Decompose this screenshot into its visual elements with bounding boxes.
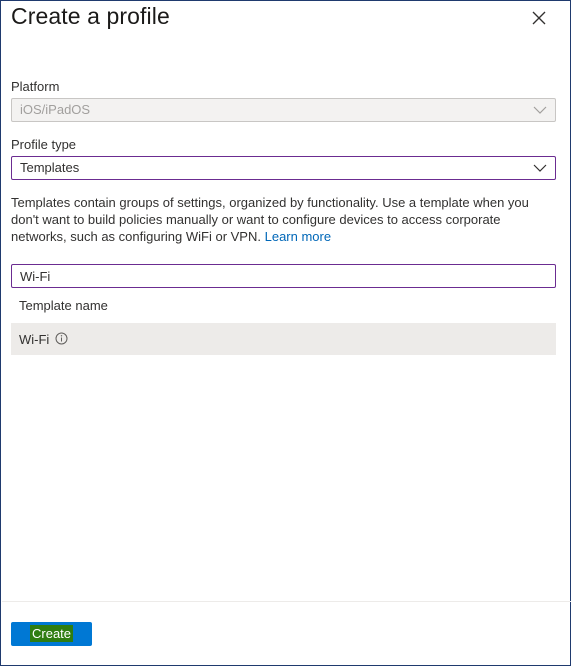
- table-row[interactable]: Wi-Fi: [11, 323, 556, 355]
- template-name-cell: Wi-Fi: [19, 332, 50, 347]
- profile-type-value: Templates: [20, 160, 80, 175]
- close-icon[interactable]: [528, 7, 550, 29]
- chevron-down-icon: [533, 106, 547, 114]
- create-button[interactable]: Create: [11, 622, 92, 646]
- chevron-down-icon: [533, 164, 547, 172]
- profile-type-select[interactable]: Templates: [11, 156, 556, 180]
- template-search-input[interactable]: [11, 264, 556, 288]
- create-button-label: Create: [30, 625, 74, 642]
- learn-more-link[interactable]: Learn more: [265, 229, 331, 244]
- template-name-column-header[interactable]: Template name: [19, 298, 108, 313]
- platform-value: iOS/iPadOS: [20, 102, 91, 117]
- footer-divider: [2, 601, 571, 602]
- template-description: Templates contain groups of settings, or…: [11, 194, 556, 245]
- profile-type-label: Profile type: [11, 137, 77, 152]
- panel-title: Create a profile: [11, 3, 170, 29]
- info-icon[interactable]: [55, 332, 68, 345]
- create-profile-panel: Create a profile Platform iOS/iPadOS Pro…: [0, 0, 571, 666]
- platform-label: Platform: [11, 79, 60, 94]
- platform-select: iOS/iPadOS: [11, 98, 556, 122]
